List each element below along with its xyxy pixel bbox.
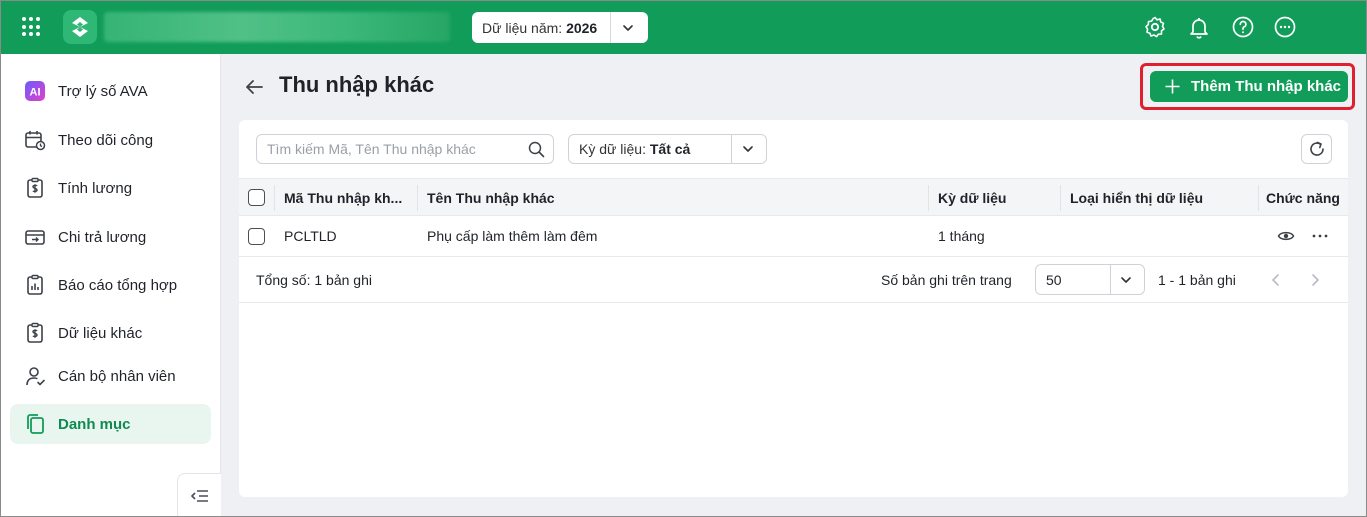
table-row[interactable]: PCLTLD Phụ cấp làm thêm làm đêm 1 tháng (239, 216, 1348, 257)
refresh-button[interactable] (1301, 134, 1332, 164)
sidebar-item-label: Báo cáo tổng hợp (58, 276, 178, 294)
year-label: Dữ liệu năm: (482, 19, 563, 36)
refresh-icon (1309, 141, 1324, 156)
app-logo[interactable] (63, 10, 97, 44)
page-title: Thu nhập khác (279, 72, 435, 97)
year-selector[interactable]: Dữ liệu năm: 2026 (472, 12, 648, 43)
cell-code: PCLTLD (284, 228, 337, 244)
page-size-label: Số bản ghi trên trang (881, 272, 1012, 288)
column-header-name[interactable]: Tên Thu nhập khác (427, 190, 555, 206)
total-records: Tổng số: 1 bản ghi (256, 272, 372, 288)
sidebar-item-reports[interactable]: Báo cáo tổng hợp (10, 265, 211, 305)
settings-gear-icon[interactable] (1143, 15, 1167, 39)
sidebar-item-catalog[interactable]: Danh mục (10, 404, 211, 444)
period-value: Tất cả (649, 141, 691, 157)
table-header: Mã Thu nhập kh... Tên Thu nhập khác Kỳ d… (239, 178, 1348, 216)
sidebar-item-label: Cán bộ nhân viên (58, 367, 176, 385)
select-all-checkbox[interactable] (248, 189, 265, 206)
sidebar-item-employees[interactable]: Cán bộ nhân viên (10, 356, 211, 396)
year-value: 2026 (566, 19, 598, 36)
user-check-icon (26, 367, 45, 386)
chevron-down-icon[interactable] (1118, 272, 1134, 288)
sidebar-item-salary-payment[interactable]: Chi trả lương (10, 217, 211, 257)
column-header-actions: Chức năng (1266, 190, 1340, 206)
sidebar-item-other-data[interactable]: Dữ liệu khác (10, 313, 211, 353)
period-filter[interactable]: Kỳ dữ liệu: Tất cả (568, 134, 767, 164)
help-icon[interactable] (1231, 15, 1255, 39)
organization-name-blurred (104, 12, 450, 42)
sidebar-item-label: Tính lương (58, 179, 133, 197)
row-checkbox[interactable] (248, 228, 265, 245)
clipboard-dollar-icon (27, 322, 43, 343)
cell-period: 1 tháng (938, 228, 985, 244)
content-card: Kỳ dữ liệu: Tất cả Mã Thu nhập kh... Tên… (239, 120, 1348, 497)
column-header-display-type[interactable]: Loại hiển thị dữ liệu (1070, 190, 1203, 206)
collapse-sidebar-icon (190, 489, 208, 502)
column-header-code[interactable]: Mã Thu nhập kh... (284, 190, 414, 206)
copy-docs-icon (27, 414, 44, 434)
search-box (256, 134, 554, 164)
more-actions-icon[interactable] (1311, 228, 1329, 244)
bell-icon[interactable] (1187, 15, 1211, 39)
page-range: 1 - 1 bản ghi (1158, 272, 1236, 288)
table-footer: Tổng số: 1 bản ghi Số bản ghi trên trang… (239, 257, 1348, 303)
more-icon[interactable] (1273, 15, 1297, 39)
add-other-income-button[interactable]: Thêm Thu nhập khác (1150, 71, 1348, 102)
column-header-period[interactable]: Kỳ dữ liệu (938, 190, 1006, 206)
sidebar-item-label: Trợ lý số AVA (58, 82, 148, 100)
top-bar: Dữ liệu năm: 2026 (0, 0, 1367, 54)
view-eye-icon[interactable] (1277, 228, 1295, 244)
next-page-icon[interactable] (1305, 270, 1325, 290)
sidebar-item-ava[interactable]: AI Trợ lý số AVA (10, 71, 211, 111)
chevron-down-icon[interactable] (620, 20, 636, 36)
sidebar-item-payroll[interactable]: Tính lương (10, 168, 211, 208)
ai-icon: AI (25, 81, 45, 101)
search-input[interactable] (257, 135, 519, 163)
sidebar-item-attendance[interactable]: Theo dõi công (10, 120, 211, 160)
page-size-value: 50 (1046, 272, 1062, 288)
sidebar-item-label: Theo dõi công (58, 131, 154, 149)
sidebar-item-label: Danh mục (58, 415, 131, 433)
plus-icon (1165, 79, 1180, 94)
apps-grid-icon[interactable] (22, 17, 42, 37)
period-label: Kỳ dữ liệu: (579, 141, 646, 157)
sidebar: AI Trợ lý số AVA Theo dõi công Tính lươn… (0, 54, 221, 517)
page-header: Thu nhập khác Thêm Thu nhập khác (221, 54, 1367, 120)
svg-text:AI: AI (30, 87, 41, 99)
sidebar-item-label: Chi trả lương (58, 228, 147, 246)
wallet-transfer-icon (25, 230, 45, 245)
chevron-down-icon[interactable] (740, 141, 756, 157)
cell-name: Phụ cấp làm thêm làm đêm (427, 228, 598, 244)
clipboard-dollar-icon (27, 177, 43, 198)
report-chart-icon (27, 274, 43, 295)
sidebar-item-label: Dữ liệu khác (58, 324, 143, 342)
add-button-label: Thêm Thu nhập khác (1191, 78, 1342, 95)
collapse-sidebar-button[interactable] (177, 473, 221, 517)
calendar-clock-icon (25, 131, 46, 151)
search-icon[interactable] (528, 141, 545, 158)
prev-page-icon[interactable] (1266, 270, 1286, 290)
page-size-select[interactable]: 50 (1035, 264, 1145, 295)
back-arrow-icon[interactable] (243, 76, 265, 98)
